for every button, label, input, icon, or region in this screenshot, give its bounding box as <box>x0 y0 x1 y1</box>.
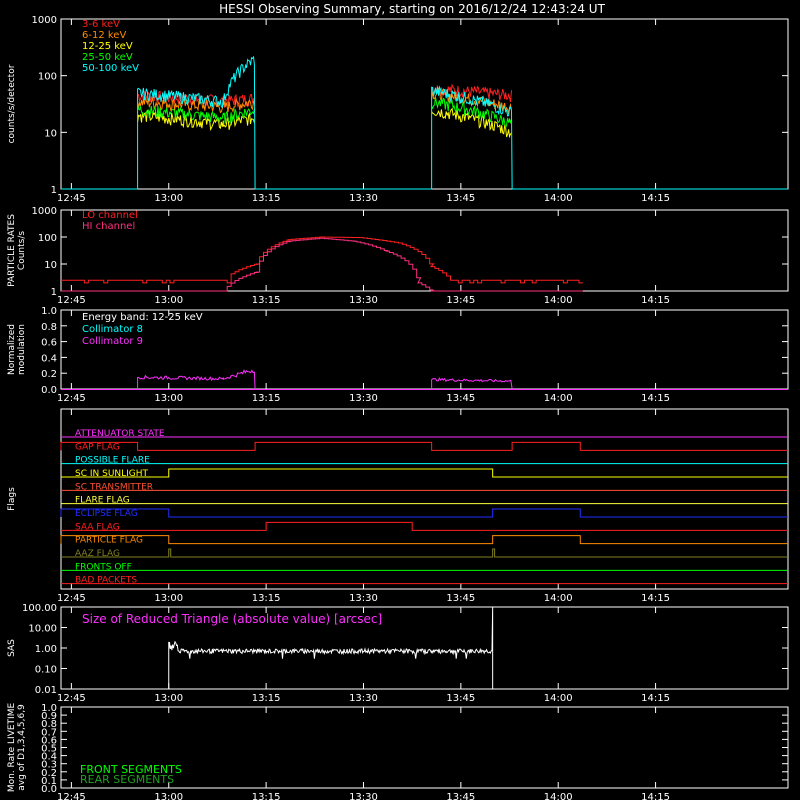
legend-12-25-keV: 12-25 keV <box>82 41 133 52</box>
x-tick-label-4-4: 13:45 <box>446 693 475 704</box>
flag-label-8: PARTICLE FLAG <box>75 536 143 546</box>
y-axis-label-4-0: SAS <box>7 639 17 657</box>
figure-background <box>0 0 800 800</box>
x-tick-label-5-3: 13:30 <box>349 792 378 800</box>
x-tick-label-1-0: 12:45 <box>57 295 86 306</box>
x-tick-label-2-3: 13:30 <box>349 393 378 404</box>
y-tick-label-1-3: 1000 <box>32 206 57 217</box>
y-tick-label-0-0: 1 <box>51 185 57 196</box>
x-tick-label-4-5: 14:00 <box>544 693 573 704</box>
x-tick-label-5-1: 13:00 <box>154 792 183 800</box>
flag-label-7: SAA FLAG <box>75 522 120 532</box>
y-tick-label-2-2: 0.4 <box>41 353 57 364</box>
x-tick-label-4-2: 13:15 <box>252 693 281 704</box>
livetime-legend-1: REAR SEGMENTS <box>80 773 174 786</box>
x-tick-label-1-3: 13:30 <box>349 295 378 306</box>
y-axis-label-5-0: Mon. Rate LIVETIME <box>7 703 17 793</box>
x-tick-label-2-5: 14:00 <box>544 393 573 404</box>
y-tick-label-1-2: 100 <box>38 233 57 244</box>
y-tick-label-0-1: 10 <box>44 128 57 139</box>
x-tick-label-4-1: 13:00 <box>154 693 183 704</box>
legend-3-6-keV: 3-6 keV <box>82 19 120 30</box>
flag-label-5: FLARE FLAG <box>75 496 130 506</box>
y-axis-label-1-0: PARTICLE RATES <box>7 214 17 287</box>
flag-label-2: POSSIBLE FLARE <box>75 456 150 466</box>
x-tick-label-1-5: 14:00 <box>544 295 573 306</box>
x-tick-label-1-1: 13:00 <box>154 295 183 306</box>
legend-25-50-keV: 25-50 keV <box>82 52 133 63</box>
y-tick-label-0-3: 1000 <box>32 15 57 26</box>
y-tick-label-2-4: 0.8 <box>41 322 57 333</box>
y-tick-label-4-4: 100.00 <box>22 603 57 614</box>
x-tick-label-2-2: 13:15 <box>252 393 281 404</box>
y-tick-label-2-5: 1.0 <box>41 306 57 317</box>
hessi-summary-figure: HESSI Observing Summary, starting on 201… <box>0 0 800 800</box>
x-tick-label-3-2: 13:15 <box>252 593 281 604</box>
modulation-annotation: Energy band: 12-25 keV <box>82 312 203 323</box>
particle-legend-0: LO channel <box>82 210 138 221</box>
x-tick-label-0-5: 14:00 <box>544 193 573 204</box>
modulation-legend-0: Collimator 8 <box>82 324 143 335</box>
flag-label-11: BAD PACKETS <box>75 576 137 586</box>
x-tick-label-4-6: 14:15 <box>641 693 670 704</box>
flag-label-3: SC IN SUNLIGHT <box>75 469 149 479</box>
x-tick-label-0-0: 12:45 <box>57 193 86 204</box>
y-axis-label-1-1: Counts/s <box>17 231 27 270</box>
flag-label-10: FRONTS OFF <box>75 562 132 572</box>
x-tick-label-2-6: 14:15 <box>641 393 670 404</box>
x-tick-label-0-3: 13:30 <box>349 193 378 204</box>
y-axis-label-2-1: modulation <box>17 324 27 375</box>
flag-label-9: AAZ FLAG <box>75 549 120 559</box>
x-tick-label-3-5: 14:00 <box>544 593 573 604</box>
y-tick-label-4-0: 0.01 <box>35 685 57 696</box>
x-tick-label-2-1: 13:00 <box>154 393 183 404</box>
flag-label-0: ATTENUATOR STATE <box>75 429 165 439</box>
y-tick-label-0-2: 100 <box>38 72 57 83</box>
x-tick-label-3-0: 12:45 <box>57 593 86 604</box>
y-tick-label-2-1: 0.2 <box>41 369 57 380</box>
x-tick-label-4-3: 13:30 <box>349 693 378 704</box>
legend-50-100-keV: 50-100 keV <box>82 63 139 74</box>
flag-label-4: SC TRANSMITTER <box>75 482 153 492</box>
x-tick-label-5-6: 14:15 <box>641 792 670 800</box>
y-tick-label-4-1: 0.10 <box>35 665 57 676</box>
y-axis-label-5-1: avg of D1,3,4,5,6,9 <box>17 704 27 791</box>
x-tick-label-3-1: 13:00 <box>154 593 183 604</box>
x-tick-label-0-1: 13:00 <box>154 193 183 204</box>
modulation-legend-1: Collimator 9 <box>82 336 143 347</box>
x-tick-label-3-4: 13:45 <box>446 593 475 604</box>
x-tick-label-4-0: 12:45 <box>57 693 86 704</box>
particle-legend-1: HI channel <box>82 221 135 232</box>
y-tick-label-4-3: 10.00 <box>28 624 57 635</box>
y-axis-label-2-0: Normalized <box>7 324 17 375</box>
x-tick-label-5-2: 13:15 <box>252 792 281 800</box>
y-tick-label-1-1: 10 <box>44 260 57 271</box>
x-tick-label-3-6: 14:15 <box>641 593 670 604</box>
y-axis-label-0-0: counts/s/detector <box>7 64 17 143</box>
flag-label-1: GAP FLAG <box>75 442 120 452</box>
figure-title: HESSI Observing Summary, starting on 201… <box>219 2 605 16</box>
y-tick-label-2-3: 0.6 <box>41 338 57 349</box>
y-tick-label-5-10: 1.0 <box>41 703 57 714</box>
x-tick-label-0-6: 14:15 <box>641 193 670 204</box>
y-tick-label-2-0: 0.0 <box>41 385 57 396</box>
y-axis-label-3-0: Flags <box>7 487 17 511</box>
y-tick-label-1-0: 1 <box>51 287 57 298</box>
legend-6-12-keV: 6-12 keV <box>82 30 126 41</box>
x-tick-label-1-6: 14:15 <box>641 295 670 306</box>
x-tick-label-1-4: 13:45 <box>446 295 475 306</box>
flag-label-6: ECLIPSE FLAG <box>75 509 138 519</box>
x-tick-label-0-4: 13:45 <box>446 193 475 204</box>
x-tick-label-1-2: 13:15 <box>252 295 281 306</box>
x-tick-label-2-4: 13:45 <box>446 393 475 404</box>
x-tick-label-3-3: 13:30 <box>349 593 378 604</box>
x-tick-label-2-0: 12:45 <box>57 393 86 404</box>
y-tick-label-4-2: 1.00 <box>35 644 57 655</box>
sas-annotation: Size of Reduced Triangle (absolute value… <box>82 612 382 626</box>
x-tick-label-0-2: 13:15 <box>252 193 281 204</box>
x-tick-label-5-0: 12:45 <box>57 792 86 800</box>
x-tick-label-5-4: 13:45 <box>446 792 475 800</box>
x-tick-label-5-5: 14:00 <box>544 792 573 800</box>
